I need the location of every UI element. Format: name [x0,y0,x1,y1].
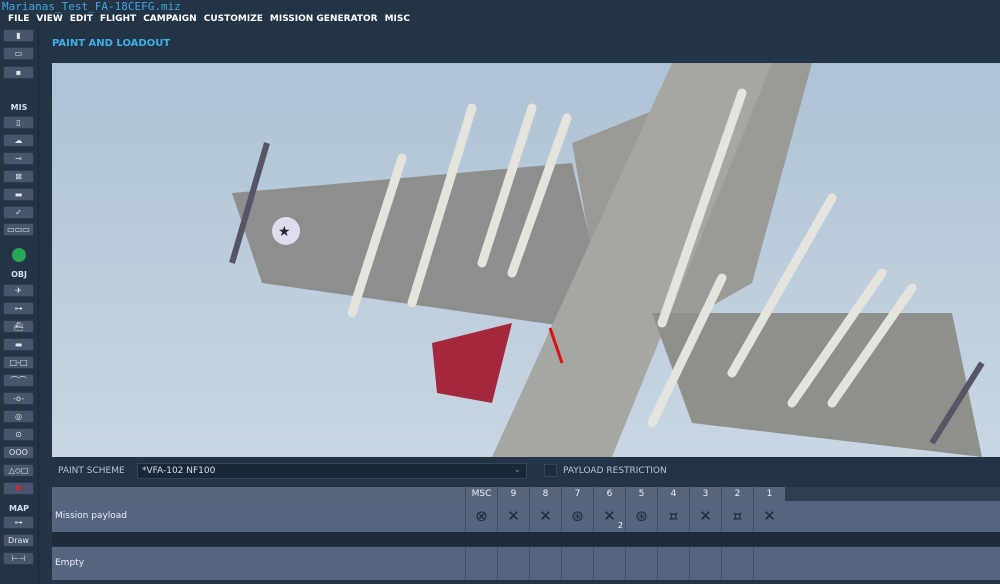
group-button[interactable]: □-□ [3,356,34,369]
station-header-3: 3 [689,487,721,501]
weapon-pylon-icon: ✕ [699,507,712,525]
station-cell-6[interactable]: ✕ 2 [593,501,625,532]
station-header-8: 8 [529,487,561,501]
panel-title: PAINT AND LOADOUT [52,38,171,49]
station-header-4: 4 [657,487,689,501]
mis-label: MIS [10,103,28,112]
key-button[interactable]: ⊶ [3,516,34,529]
draw-button[interactable]: Draw [3,534,34,547]
rings-button[interactable]: OOO [3,446,34,459]
weather-button[interactable]: ☁ [3,134,34,147]
menu-customize[interactable]: CUSTOMIZE [204,14,263,24]
window-title: Marianas_Test_FA-18CEFG.miz [2,0,181,13]
station-cell-empty-2[interactable] [721,547,753,580]
station-count-badge: 2 [617,521,623,530]
payload-restriction-checkbox[interactable] [544,464,557,477]
weapon-pylon-icon: ⊗ [475,507,488,525]
station-cell-4[interactable]: ¤ [657,501,689,532]
weapon-pylon-icon: ¤ [732,507,743,525]
station-cell-empty-3[interactable] [689,547,721,580]
station-header-2: 2 [721,487,753,501]
aircraft-button[interactable]: ✈ [3,284,34,297]
chevron-down-icon: ⌄ [513,465,521,475]
menu-mission-generator[interactable]: MISSION GENERATOR [270,14,378,24]
station-cell-empty-1[interactable] [753,547,785,580]
circle-zone-button[interactable]: ◎ [3,410,34,423]
station-header-MSC: MSC [465,487,497,501]
weapon-pylon-icon: ✕ [539,507,552,525]
station-cell-empty-5[interactable] [625,547,657,580]
station-cell-empty-7[interactable] [561,547,593,580]
menu-misc[interactable]: MISC [385,14,410,24]
weapon-pylon-icon: ✕ [763,507,776,525]
briefing-button[interactable]: ▯ [3,116,34,129]
payload-restriction-label: PAYLOAD RESTRICTION [563,466,667,476]
weapon-pylon-icon: ⊛ [571,507,584,525]
station-cell-empty-8[interactable] [529,547,561,580]
menu-file[interactable]: FILE [8,14,29,24]
save-file-button[interactable]: ▪ [3,66,34,79]
check-button[interactable]: ✓ [3,206,34,219]
triggers-button[interactable]: ⊸ [3,152,34,165]
row-label: Empty [55,558,85,568]
menu-edit[interactable]: EDIT [70,14,93,24]
station-cell-empty-MSC[interactable] [465,547,497,580]
weapon-pylon-icon: ¤ [668,507,679,525]
zone-button[interactable]: ⊠ [3,170,34,183]
sequence-button[interactable]: ▭▭▭ [3,223,34,236]
station-header-1: 1 [753,487,785,501]
weapon-pylon-icon: ✕ [507,507,520,525]
menu-campaign[interactable]: CAMPAIGN [143,14,197,24]
station-cell-empty-4[interactable] [657,547,689,580]
ship-button[interactable]: ⛴ [3,320,34,333]
menu-flight[interactable]: FLIGHT [100,14,136,24]
weapon-pylon-icon: ✕ [603,507,616,525]
delete-button[interactable]: ✖ [3,482,34,495]
station-header-7: 7 [561,487,593,501]
waypoint-button[interactable]: -o- [3,392,34,405]
shapes-button[interactable]: △◇□ [3,464,34,477]
open-file-button[interactable]: ▭ [3,47,34,60]
aircraft-preview[interactable]: ★ [52,63,1000,457]
sidebar: ▮ ▭ ▪ MIS ▯ ☁ ⊸ ⊠ ▬ ✓ ▭▭▭ ↑ OBJ ✈ ⊶ ⛴ ▬ … [0,28,39,584]
svg-text:★: ★ [278,224,291,240]
goals-button[interactable]: ▬ [3,188,34,201]
static-button[interactable]: ⌒⌒ [3,374,34,387]
ruler-button[interactable]: ⊢⊣ [3,552,34,565]
paint-scheme-label: PAINT SCHEME [58,466,125,476]
station-header-9: 9 [497,487,529,501]
obj-label: OBJ [11,270,27,279]
paint-scheme-value: *VFA-102 NF100 [142,466,216,476]
aircraft-image: ★ [229,63,985,457]
row-label: Mission payload [55,511,128,521]
weapon-pylon-icon: ⊛ [635,507,648,525]
station-cell-5[interactable]: ⊛ [625,501,657,532]
station-cell-empty-6[interactable] [593,547,625,580]
row-divider [52,532,1000,546]
station-cell-9[interactable]: ✕ [497,501,529,532]
station-cell-2[interactable]: ¤ [721,501,753,532]
new-file-button[interactable]: ▮ [3,29,34,42]
station-cell-MSC[interactable]: ⊗ [465,501,497,532]
helicopter-button[interactable]: ⊶ [3,302,34,315]
point-button[interactable]: ⊙ [3,428,34,441]
menu-view[interactable]: VIEW [36,14,62,24]
map-label: MAP [8,504,29,513]
station-cell-1[interactable]: ✕ [753,501,785,532]
station-cell-empty-9[interactable] [497,547,529,580]
paint-scheme-select[interactable]: *VFA-102 NF100 ⌄ [137,463,527,479]
station-header-5: 5 [625,487,657,501]
station-header-6: 6 [593,487,625,501]
station-cell-3[interactable]: ✕ [689,501,721,532]
upload-icon[interactable]: ↑ [12,248,26,262]
station-cell-8[interactable]: ✕ [529,501,561,532]
loadout-table: Mission payload Empty MSC ⊗ 9 ✕ 8 ✕ 7 ⊛ 6 ✕ 2 5 ⊛ 4 ¤ 3… [52,487,1000,584]
vehicle-button[interactable]: ▬ [3,338,34,351]
menu-bar: FILE VIEW EDIT FLIGHT CAMPAIGN CUSTOMIZE… [8,14,410,24]
station-cell-7[interactable]: ⊛ [561,501,593,532]
